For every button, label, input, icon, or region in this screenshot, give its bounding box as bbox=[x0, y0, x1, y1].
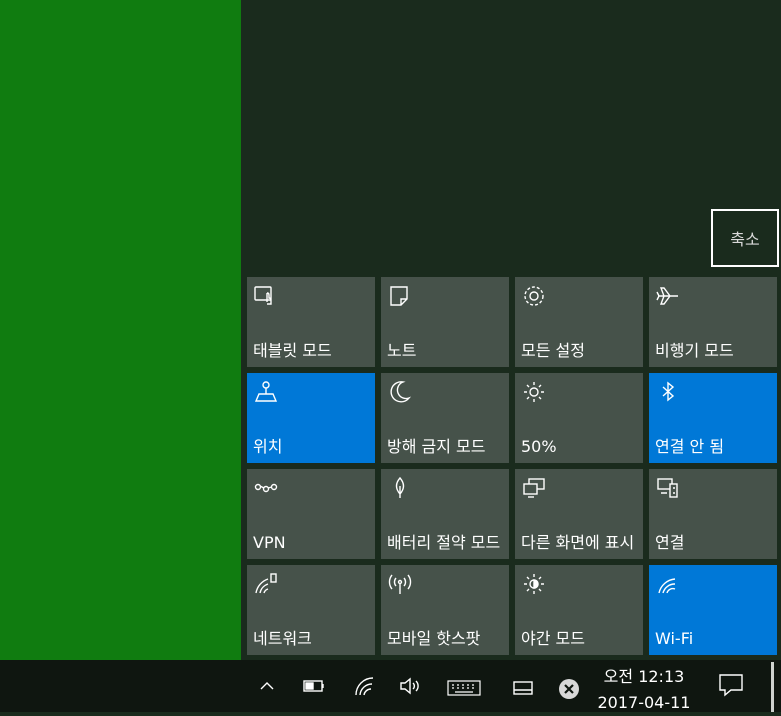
chevron-up-icon[interactable] bbox=[257, 674, 277, 698]
connect-icon bbox=[655, 475, 681, 501]
keyboard-icon[interactable] bbox=[447, 676, 481, 700]
brightness-icon bbox=[521, 379, 547, 405]
tile-label: 네트워크 bbox=[253, 629, 312, 648]
tile-vpn[interactable]: VPN bbox=[247, 469, 375, 559]
tile-connect[interactable]: 연결 bbox=[649, 469, 777, 559]
tile-night-light[interactable]: 야간 모드 bbox=[515, 565, 643, 655]
show-desktop-button[interactable] bbox=[771, 662, 774, 712]
tile-location[interactable]: 위치 bbox=[247, 373, 375, 463]
close-circle-icon[interactable] bbox=[557, 677, 581, 701]
tile-label: 모바일 핫스팟 bbox=[387, 629, 481, 648]
settings-gear-icon bbox=[521, 283, 547, 309]
tile-label: 노트 bbox=[387, 341, 417, 360]
tile-mobile-hotspot[interactable]: 모바일 핫스팟 bbox=[381, 565, 509, 655]
tile-battery-saver[interactable]: 배터리 절약 모드 bbox=[381, 469, 509, 559]
tile-label: Wi-Fi bbox=[655, 629, 694, 648]
tile-label: 방해 금지 모드 bbox=[387, 437, 486, 456]
tile-label: 태블릿 모드 bbox=[253, 341, 332, 360]
tile-network[interactable]: 네트워크 bbox=[247, 565, 375, 655]
tile-label: 50% bbox=[521, 437, 557, 456]
tile-label: 다른 화면에 표시 bbox=[521, 533, 635, 552]
tile-bluetooth[interactable]: 연결 안 됨 bbox=[649, 373, 777, 463]
battery-icon[interactable] bbox=[301, 674, 327, 698]
tile-label: 야간 모드 bbox=[521, 629, 585, 648]
battery-saver-icon bbox=[387, 475, 413, 501]
hotspot-icon bbox=[387, 571, 413, 597]
collapse-button[interactable]: 축소 bbox=[711, 209, 779, 267]
tile-quiet-hours[interactable]: 방해 금지 모드 bbox=[381, 373, 509, 463]
taskbar-clock[interactable]: 오전 12:13 2017-04-11 bbox=[591, 664, 697, 716]
moon-icon bbox=[387, 379, 413, 405]
tile-tablet-mode[interactable]: 태블릿 모드 bbox=[247, 277, 375, 367]
clock-time: 오전 12:13 bbox=[603, 667, 685, 686]
tile-label: 위치 bbox=[253, 437, 283, 456]
note-icon bbox=[387, 283, 413, 309]
notification-icon bbox=[718, 673, 744, 701]
tile-label: 연결 안 됨 bbox=[655, 437, 725, 456]
vpn-icon bbox=[253, 475, 279, 501]
airplane-icon bbox=[655, 283, 681, 309]
tile-airplane-mode[interactable]: 비행기 모드 bbox=[649, 277, 777, 367]
tile-all-settings[interactable]: 모든 설정 bbox=[515, 277, 643, 367]
bluetooth-icon bbox=[655, 379, 681, 405]
location-icon bbox=[253, 379, 279, 405]
tile-label: 배터리 절약 모드 bbox=[387, 533, 501, 552]
night-light-icon bbox=[521, 571, 547, 597]
wifi-icon bbox=[655, 571, 681, 597]
tile-brightness[interactable]: 50% bbox=[515, 373, 643, 463]
tablet-icon[interactable] bbox=[511, 676, 535, 700]
tile-wifi[interactable]: Wi-Fi bbox=[649, 565, 777, 655]
tile-label: VPN bbox=[253, 533, 286, 552]
network-icon bbox=[253, 571, 279, 597]
clock-date: 2017-04-11 bbox=[597, 693, 691, 712]
tile-project[interactable]: 다른 화면에 표시 bbox=[515, 469, 643, 559]
network-icon[interactable] bbox=[352, 674, 378, 698]
desktop-background bbox=[0, 0, 241, 660]
tile-label: 모든 설정 bbox=[521, 341, 585, 360]
project-icon bbox=[521, 475, 547, 501]
tablet-mode-icon bbox=[253, 283, 279, 309]
volume-icon[interactable] bbox=[397, 674, 423, 698]
tile-note[interactable]: 노트 bbox=[381, 277, 509, 367]
tile-label: 연결 bbox=[655, 533, 685, 552]
notification-button[interactable] bbox=[703, 662, 759, 712]
tile-label: 비행기 모드 bbox=[655, 341, 734, 360]
